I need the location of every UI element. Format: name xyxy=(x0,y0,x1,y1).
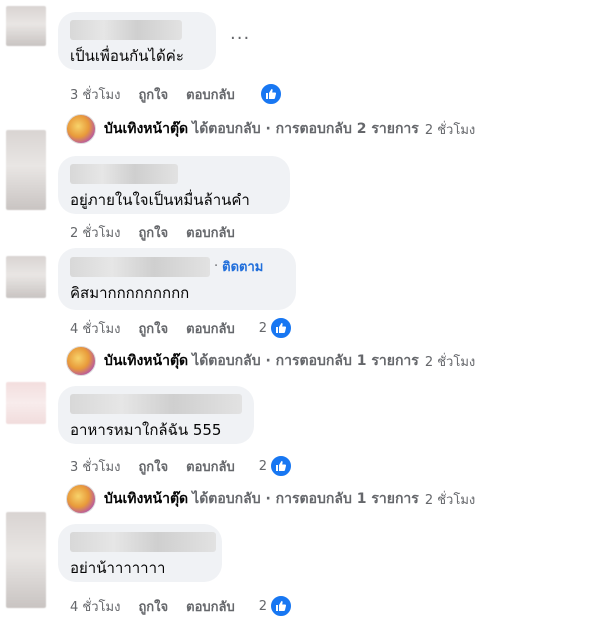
reply-time: 2 ชั่วโมง xyxy=(424,354,476,370)
comment-time[interactable]: 3 ชั่วโมง xyxy=(70,84,120,105)
reply-button[interactable]: ตอบกลับ xyxy=(186,222,235,243)
like-button[interactable]: ถูกใจ xyxy=(138,456,168,477)
author-name-blurred[interactable] xyxy=(70,256,210,277)
more-options-icon[interactable]: ··· xyxy=(230,28,250,49)
reply-summary: ได้ตอบกลับ · การตอบกลับ 2 รายการ xyxy=(192,121,419,137)
follow-separator: · xyxy=(214,259,219,274)
reply-thread-link[interactable]: บันเทิงหน้าตุ๊ด ได้ตอบกลับ · การตอบกลับ … xyxy=(66,346,475,376)
author-name-blurred[interactable] xyxy=(70,20,182,40)
like-button[interactable]: ถูกใจ xyxy=(138,222,168,243)
comment-bubble: อาหารหมาใกล้ฉัน 555 xyxy=(58,386,254,444)
thumbs-up-icon xyxy=(269,594,294,618)
reaction-count: 2 xyxy=(258,598,268,614)
like-button[interactable]: ถูกใจ xyxy=(138,318,168,339)
reply-page-name: บันเทิงหน้าตุ๊ด xyxy=(104,491,189,507)
thumbs-up-icon xyxy=(269,454,294,478)
comment-bubble: · ติดตาม คิสมากกกกกกกกก xyxy=(58,248,296,310)
comment-bubble: อยู่ภายในใจเป็นหมื่นล้านคำ xyxy=(58,156,290,214)
page-avatar xyxy=(66,114,96,144)
author-name-blurred[interactable] xyxy=(70,394,242,414)
reaction-count: 2 xyxy=(258,320,268,336)
comment-actions: 3 ชั่วโมง ถูกใจ ตอบกลับ 2 xyxy=(70,454,294,478)
comment-time[interactable]: 4 ชั่วโมง xyxy=(70,318,120,339)
author-name-blurred[interactable] xyxy=(70,164,178,184)
avatar[interactable] xyxy=(6,130,46,210)
comment-actions: 3 ชั่วโมง ถูกใจ ตอบกลับ xyxy=(70,82,283,106)
follow-button[interactable]: ติดตาม xyxy=(222,256,263,277)
like-button[interactable]: ถูกใจ xyxy=(138,84,168,105)
comment-bubble: เป็นเพื่อนกันได้ค่ะ xyxy=(58,12,216,70)
reaction-summary[interactable] xyxy=(258,82,283,106)
reply-page-name: บันเทิงหน้าตุ๊ด xyxy=(104,121,189,137)
avatar[interactable] xyxy=(6,512,46,608)
reply-thread-link[interactable]: บันเทิงหน้าตุ๊ด ได้ตอบกลับ · การตอบกลับ … xyxy=(66,484,475,514)
page-avatar xyxy=(66,346,96,376)
reply-time: 2 ชั่วโมง xyxy=(424,492,476,508)
reply-summary: ได้ตอบกลับ · การตอบกลับ 1 รายการ xyxy=(192,353,419,369)
comment-time[interactable]: 4 ชั่วโมง xyxy=(70,596,120,617)
reaction-summary[interactable]: 2 xyxy=(258,316,294,340)
avatar[interactable] xyxy=(6,6,46,46)
reply-summary: ได้ตอบกลับ · การตอบกลับ 1 รายการ xyxy=(192,491,419,507)
reply-button[interactable]: ตอบกลับ xyxy=(186,318,235,339)
author-name-blurred[interactable] xyxy=(70,532,216,552)
avatar[interactable] xyxy=(6,256,46,298)
reaction-count: 2 xyxy=(258,458,268,474)
like-button[interactable]: ถูกใจ xyxy=(138,596,168,617)
reply-thread-link[interactable]: บันเทิงหน้าตุ๊ด ได้ตอบกลับ · การตอบกลับ … xyxy=(66,114,475,144)
reply-page-name: บันเทิงหน้าตุ๊ด xyxy=(104,353,189,369)
comment-bubble: อย่าน้าาาาาาา xyxy=(58,524,222,582)
comment-actions: 4 ชั่วโมง ถูกใจ ตอบกลับ 2 xyxy=(70,316,294,340)
comment-actions: 2 ชั่วโมง ถูกใจ ตอบกลับ xyxy=(70,222,253,243)
thumbs-up-icon xyxy=(269,316,294,340)
reply-button[interactable]: ตอบกลับ xyxy=(186,84,235,105)
reply-time: 2 ชั่วโมง xyxy=(424,122,476,138)
reaction-summary[interactable]: 2 xyxy=(258,454,294,478)
page-avatar xyxy=(66,484,96,514)
reply-button[interactable]: ตอบกลับ xyxy=(186,596,235,617)
comment-time[interactable]: 3 ชั่วโมง xyxy=(70,456,120,477)
thumbs-up-icon xyxy=(258,82,283,106)
comment-text: คิสมากกกกกกกกก xyxy=(70,284,190,302)
reaction-summary[interactable]: 2 xyxy=(258,594,294,618)
comment-actions: 4 ชั่วโมง ถูกใจ ตอบกลับ 2 xyxy=(70,594,294,618)
comment-text: อาหารหมาใกล้ฉัน 555 xyxy=(70,421,222,439)
comment-time[interactable]: 2 ชั่วโมง xyxy=(70,222,120,243)
comment-text: เป็นเพื่อนกันได้ค่ะ xyxy=(70,47,184,65)
comment-text: อย่าน้าาาาาาา xyxy=(70,559,166,577)
reply-button[interactable]: ตอบกลับ xyxy=(186,456,235,477)
comment-text: อยู่ภายในใจเป็นหมื่นล้านคำ xyxy=(70,191,250,209)
avatar[interactable] xyxy=(6,382,46,424)
